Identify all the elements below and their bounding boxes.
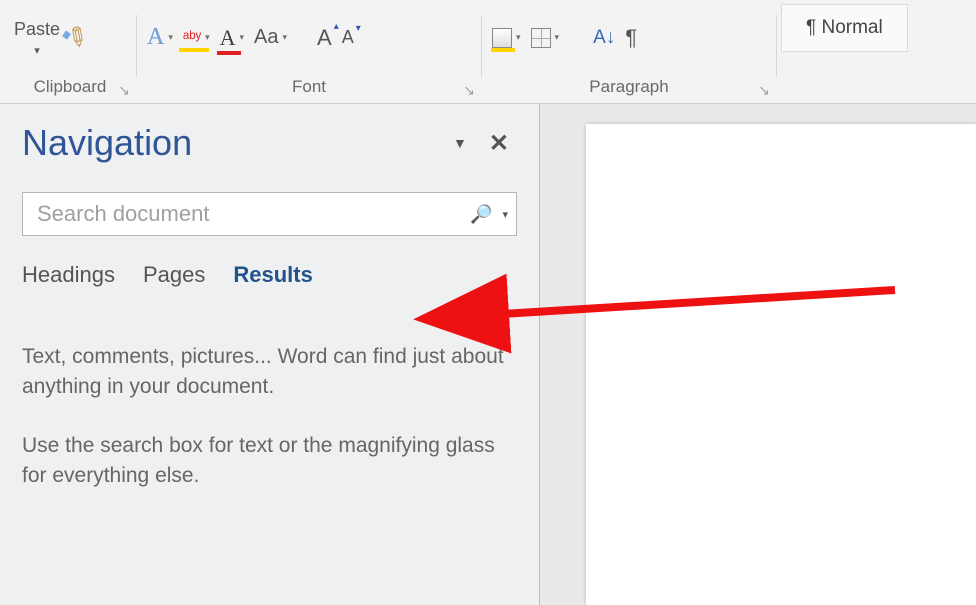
search-options-button[interactable]: ▾	[502, 208, 508, 221]
chevron-down-icon: ▾	[555, 32, 560, 43]
style-normal[interactable]: ¶ Normal	[796, 13, 893, 43]
close-icon: ✕	[489, 130, 509, 157]
text-effects-button[interactable]: A ▾	[147, 24, 173, 51]
navigation-help-text: Text, comments, pictures... Word can fin…	[22, 342, 517, 492]
chevron-down-icon: ▼	[453, 135, 467, 151]
pilcrow-icon: ¶	[625, 25, 637, 51]
chevron-down-icon: ▾	[34, 44, 40, 57]
font-color-icon: A	[220, 25, 236, 51]
tab-results[interactable]: Results	[233, 262, 312, 288]
dialog-launcher-icon[interactable]: ↘	[118, 82, 130, 99]
navigation-tabs: Headings Pages Results	[22, 262, 517, 288]
dialog-launcher-icon[interactable]: ↘	[758, 82, 770, 99]
borders-icon	[531, 28, 551, 48]
dialog-launcher-icon[interactable]: ↘	[463, 82, 475, 99]
styles-gallery[interactable]: ¶ Normal	[781, 4, 908, 52]
tab-pages[interactable]: Pages	[143, 262, 205, 288]
shading-icon	[492, 28, 512, 48]
letter-a-outline-icon: A	[147, 24, 164, 51]
help-paragraph-2: Use the search box for text or the magni…	[22, 431, 517, 492]
navigation-close-button[interactable]: ✕	[481, 127, 517, 160]
search-icon[interactable]: 🔎	[470, 204, 492, 225]
search-box[interactable]: 🔎 ▾	[22, 192, 517, 236]
grow-font-button[interactable]: A▴	[317, 25, 332, 51]
tab-headings[interactable]: Headings	[22, 262, 115, 288]
ribbon-group-clipboard: Paste ▾ ✎ Clipboard ↘	[6, 0, 134, 99]
search-input[interactable]	[35, 200, 470, 228]
ribbon-divider	[136, 15, 137, 77]
chevron-down-icon: ▾	[205, 32, 210, 43]
ribbon-divider	[776, 15, 777, 77]
chevron-down-icon: ▾	[516, 32, 521, 43]
navigation-header: Navigation ▼ ✕	[22, 122, 517, 164]
ribbon-group-font: A ▾ ᵃᵇʸ ▾ A ▾ Aa ▾ A▴ A▾ Fon	[139, 0, 479, 99]
chevron-down-icon: ▾	[168, 32, 173, 43]
chevron-down-icon: ▾	[283, 32, 288, 43]
show-marks-button[interactable]: ¶	[625, 25, 637, 51]
group-label-font: Font	[292, 77, 326, 97]
format-painter-button[interactable]: ✎	[66, 22, 88, 53]
borders-button[interactable]: ▾	[531, 28, 560, 48]
shrink-font-button[interactable]: A▾	[342, 27, 354, 48]
sort-button[interactable]: A↓	[593, 27, 615, 49]
paste-button[interactable]: Paste ▾	[8, 19, 66, 57]
group-label-clipboard: Clipboard	[34, 77, 107, 97]
help-paragraph-1: Text, comments, pictures... Word can fin…	[22, 342, 517, 403]
ribbon-group-paragraph: ▾ ▾ A↓ ¶ Paragraph ↘	[484, 0, 774, 99]
ribbon: Paste ▾ ✎ Clipboard ↘ A ▾ ᵃᵇʸ ▾ A	[0, 0, 976, 104]
ribbon-divider	[481, 15, 482, 77]
shading-button[interactable]: ▾	[492, 28, 521, 48]
change-case-button[interactable]: Aa ▾	[254, 26, 287, 49]
sort-icon: A↓	[593, 27, 615, 49]
group-label-paragraph: Paragraph	[589, 77, 668, 97]
document-page[interactable]	[586, 124, 976, 605]
navigation-pane: Navigation ▼ ✕ 🔎 ▾ Headings Pages Result…	[0, 104, 540, 605]
grow-font-icon: A▴	[317, 25, 332, 51]
paste-label: Paste	[14, 19, 60, 40]
lower-area: Navigation ▼ ✕ 🔎 ▾ Headings Pages Result…	[0, 104, 976, 605]
shrink-font-icon: A▾	[342, 27, 354, 48]
highlight-button[interactable]: ᵃᵇʸ ▾	[183, 28, 210, 48]
navigation-options-button[interactable]: ▼	[439, 129, 481, 157]
highlight-icon: ᵃᵇʸ	[183, 28, 201, 48]
navigation-title: Navigation	[22, 122, 439, 164]
document-area[interactable]	[540, 104, 976, 605]
font-color-button[interactable]: A ▾	[220, 25, 244, 51]
chevron-down-icon: ▾	[240, 32, 245, 43]
change-case-icon: Aa	[254, 26, 278, 49]
ribbon-group-styles: ¶ Normal	[779, 0, 970, 99]
